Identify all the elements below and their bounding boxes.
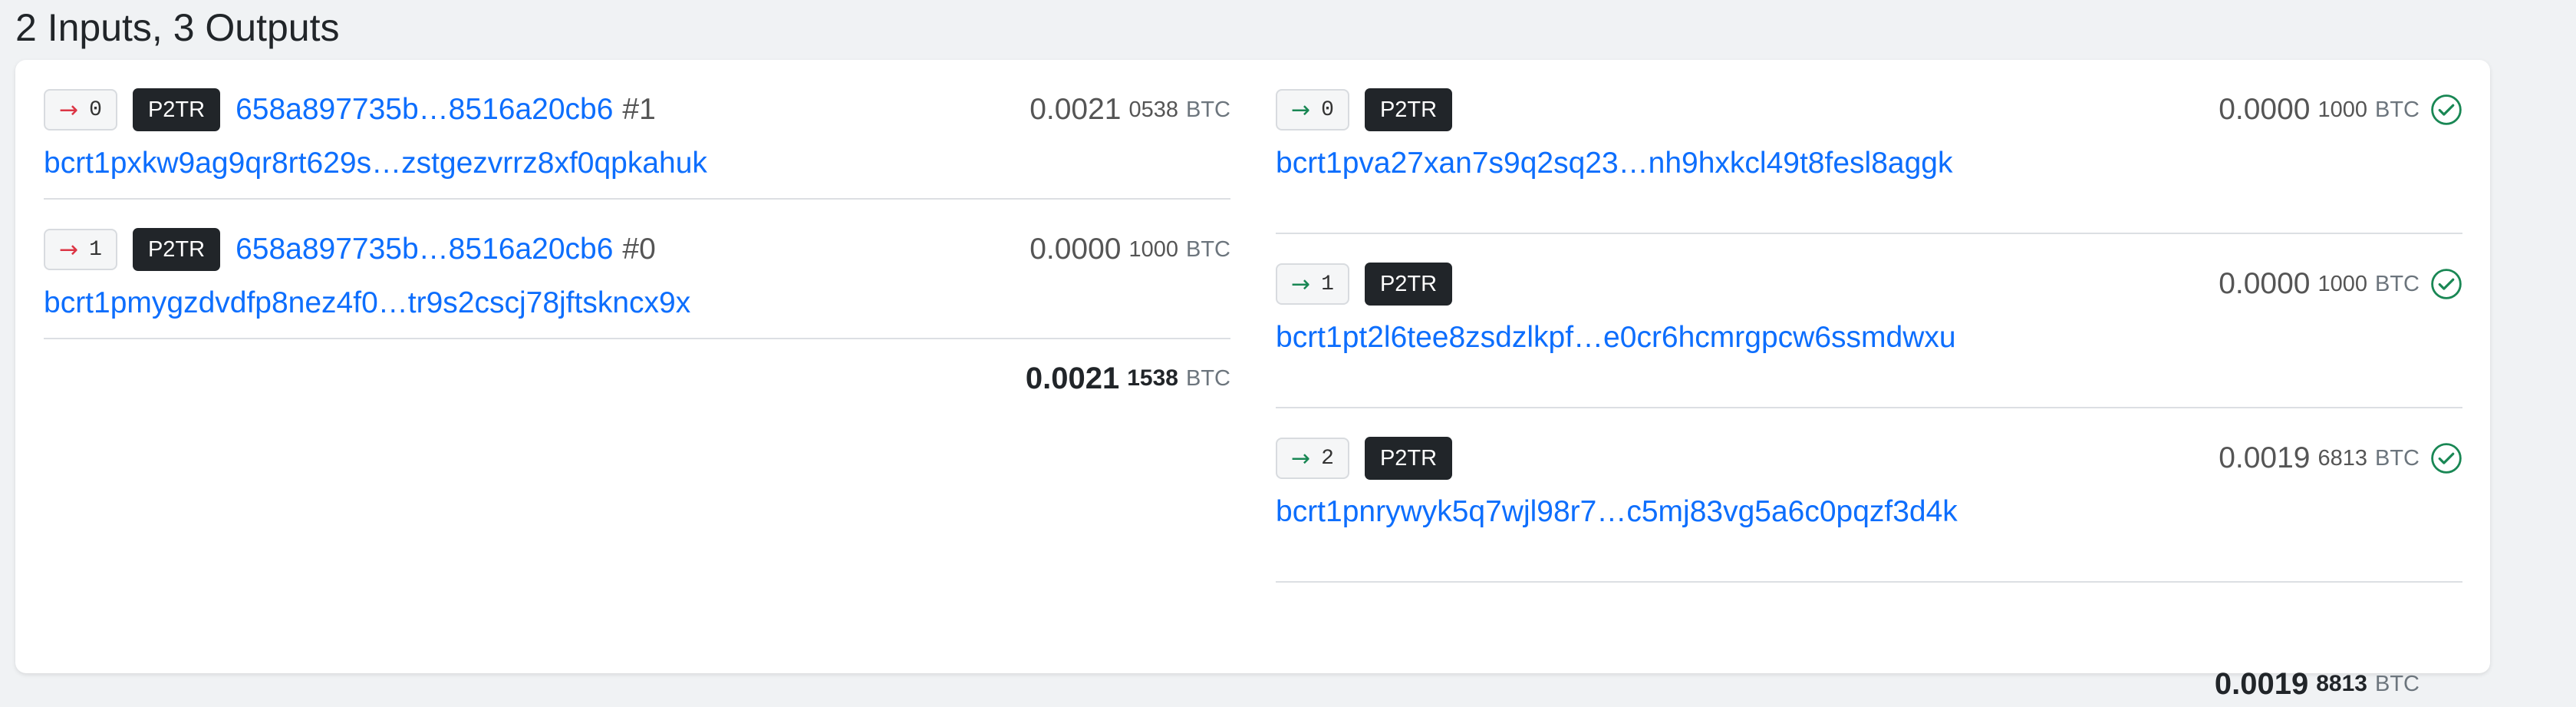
input-index: 1 xyxy=(89,237,102,262)
total-unit: BTC xyxy=(2375,671,2420,696)
script-type-badge: P2TR xyxy=(1364,437,1453,480)
inputs-total: 0.0021 1538 BTC xyxy=(1026,355,1230,401)
input-index: 0 xyxy=(89,97,102,122)
input-row: → 1 P2TR 658a897735b…8516a20cb6 #0 0.000… xyxy=(44,200,1230,339)
output-address-link[interactable]: bcrt1pt2l6tee8zsdzlkpf…e0cr6hcmrgpcw6ssm… xyxy=(1276,321,1956,355)
transaction-io-card: → 0 P2TR 658a897735b…8516a20cb6 #1 0.002… xyxy=(15,60,2490,701)
script-type-badge: P2TR xyxy=(1364,263,1453,306)
output-address-link[interactable]: bcrt1pva27xan7s9q2sq23…nh9hxkcl49t8fesl8… xyxy=(1276,147,1952,180)
page-title: 2 Inputs, 3 Outputs xyxy=(15,6,340,49)
outputs-total: 0.0019 8813 BTC xyxy=(2215,661,2420,707)
amount-main: 0.0019 xyxy=(2219,441,2311,474)
total-unit: BTC xyxy=(1186,365,1230,391)
arrow-right-icon: → xyxy=(1291,96,1311,124)
total-sats: 8813 xyxy=(2316,671,2367,696)
amount-main: 0.0000 xyxy=(1029,233,1122,266)
output-row: → 2 P2TR 0.0019 6813 BTC bcrt1pnrywyk5q7… xyxy=(1276,408,2462,583)
amount-unit: BTC xyxy=(1186,97,1230,122)
outputs-column: → 0 P2TR 0.0000 1000 BTC bcrt1pva27xan7s… xyxy=(1276,60,2462,701)
prev-vout: #1 xyxy=(622,93,656,126)
amount-unit: BTC xyxy=(2375,97,2420,122)
output-amount: 0.0000 1000 BTC xyxy=(2219,262,2420,306)
arrow-right-icon: → xyxy=(59,236,79,263)
total-sats: 1538 xyxy=(1127,365,1178,391)
check-circle-icon xyxy=(2431,94,2462,125)
output-index: 0 xyxy=(1321,97,1334,122)
amount-sats: 0538 xyxy=(1128,97,1178,122)
output-index-chip[interactable]: → 0 xyxy=(1276,89,1349,130)
output-amount: 0.0019 6813 BTC xyxy=(2219,436,2420,481)
prev-tx-link[interactable]: 658a897735b…8516a20cb6 xyxy=(236,93,613,127)
amount-main: 0.0000 xyxy=(2219,93,2311,126)
inputs-column: → 0 P2TR 658a897735b…8516a20cb6 #1 0.002… xyxy=(44,60,1230,395)
output-row: → 0 P2TR 0.0000 1000 BTC bcrt1pva27xan7s… xyxy=(1276,60,2462,234)
amount-sats: 6813 xyxy=(2317,445,2367,471)
amount-sats: 1000 xyxy=(1128,236,1178,262)
check-circle-icon xyxy=(2431,269,2462,299)
prev-vout: #0 xyxy=(622,233,656,266)
output-index: 1 xyxy=(1321,272,1334,296)
script-type-badge: P2TR xyxy=(132,228,221,271)
script-type-badge: P2TR xyxy=(132,88,221,131)
output-amount: 0.0000 1000 BTC xyxy=(2219,88,2420,132)
input-address-link[interactable]: bcrt1pxkw9ag9qr8rt629s…zstgezvrrz8xf0qpk… xyxy=(44,147,707,180)
amount-unit: BTC xyxy=(2375,271,2420,296)
total-main: 0.0021 xyxy=(1025,361,1120,395)
amount-unit: BTC xyxy=(2375,445,2420,471)
output-index: 2 xyxy=(1321,446,1334,471)
arrow-right-icon: → xyxy=(1291,270,1311,298)
amount-sats: 1000 xyxy=(2317,97,2367,122)
output-row: → 1 P2TR 0.0000 1000 BTC bcrt1pt2l6tee8z… xyxy=(1276,234,2462,408)
amount-sats: 1000 xyxy=(2317,271,2367,296)
output-index-chip[interactable]: → 1 xyxy=(1276,263,1349,305)
output-index-chip[interactable]: → 2 xyxy=(1276,438,1349,479)
amount-unit: BTC xyxy=(1186,236,1230,262)
amount-main: 0.0000 xyxy=(2219,267,2311,300)
input-index-chip[interactable]: → 1 xyxy=(44,229,117,270)
input-row: → 0 P2TR 658a897735b…8516a20cb6 #1 0.002… xyxy=(44,60,1230,200)
input-address-link[interactable]: bcrt1pmygzdvdfp8nez4f0…tr9s2cscj78jftskn… xyxy=(44,286,690,320)
output-address-link[interactable]: bcrt1pnrywyk5q7wjl98r7…c5mj83vg5a6c0pqzf… xyxy=(1276,495,1958,529)
input-amount: 0.0000 1000 BTC xyxy=(1029,227,1230,272)
arrow-right-icon: → xyxy=(59,96,79,124)
input-index-chip[interactable]: → 0 xyxy=(44,89,117,130)
arrow-right-icon: → xyxy=(1291,444,1311,472)
script-type-badge: P2TR xyxy=(1364,88,1453,131)
total-main: 0.0019 xyxy=(2214,666,2309,701)
prev-tx-link[interactable]: 658a897735b…8516a20cb6 xyxy=(236,233,613,266)
check-circle-icon xyxy=(2431,443,2462,474)
input-amount: 0.0021 0538 BTC xyxy=(1029,88,1230,132)
amount-main: 0.0021 xyxy=(1029,93,1122,126)
